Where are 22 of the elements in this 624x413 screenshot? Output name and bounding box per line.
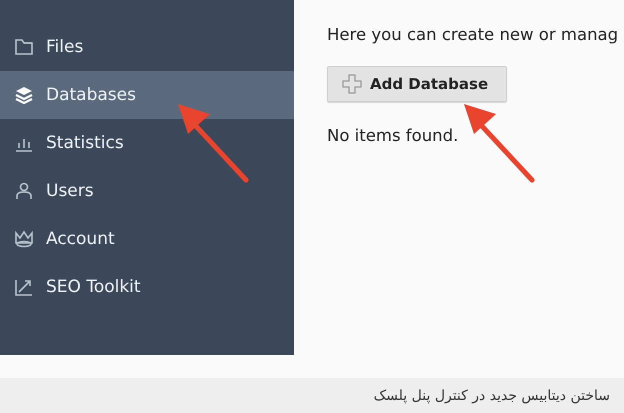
sidebar-item[interactable]: Databases (0, 71, 294, 119)
plus-icon (342, 74, 362, 94)
sidebar-item[interactable]: Files (0, 23, 294, 71)
sidebar-item-label: Account (46, 229, 115, 249)
caption-text: ساختن دیتابیس جدید در کنترل پنل پلسک (374, 388, 610, 404)
layers-icon (14, 86, 34, 104)
sidebar-item[interactable]: Statistics (0, 119, 294, 167)
sidebar-item-label: SEO Toolkit (46, 277, 141, 297)
empty-message: No items found. (327, 126, 458, 145)
sidebar-item[interactable]: Users (0, 167, 294, 215)
folder-icon (14, 38, 34, 56)
crown-icon (14, 230, 34, 248)
add-database-button[interactable]: Add Database (327, 66, 507, 102)
chart-arrow-icon (14, 278, 34, 296)
sidebar-item-label: Statistics (46, 133, 124, 153)
sidebar-item[interactable]: SEO Toolkit (0, 263, 294, 311)
intro-text: Here you can create new or manag (327, 25, 618, 44)
user-icon (14, 182, 34, 200)
sidebar-item-label: Databases (46, 85, 136, 105)
sidebar-item[interactable]: Account (0, 215, 294, 263)
sidebar-item-label: Users (46, 181, 94, 201)
sidebar-item-label: Files (46, 37, 84, 57)
